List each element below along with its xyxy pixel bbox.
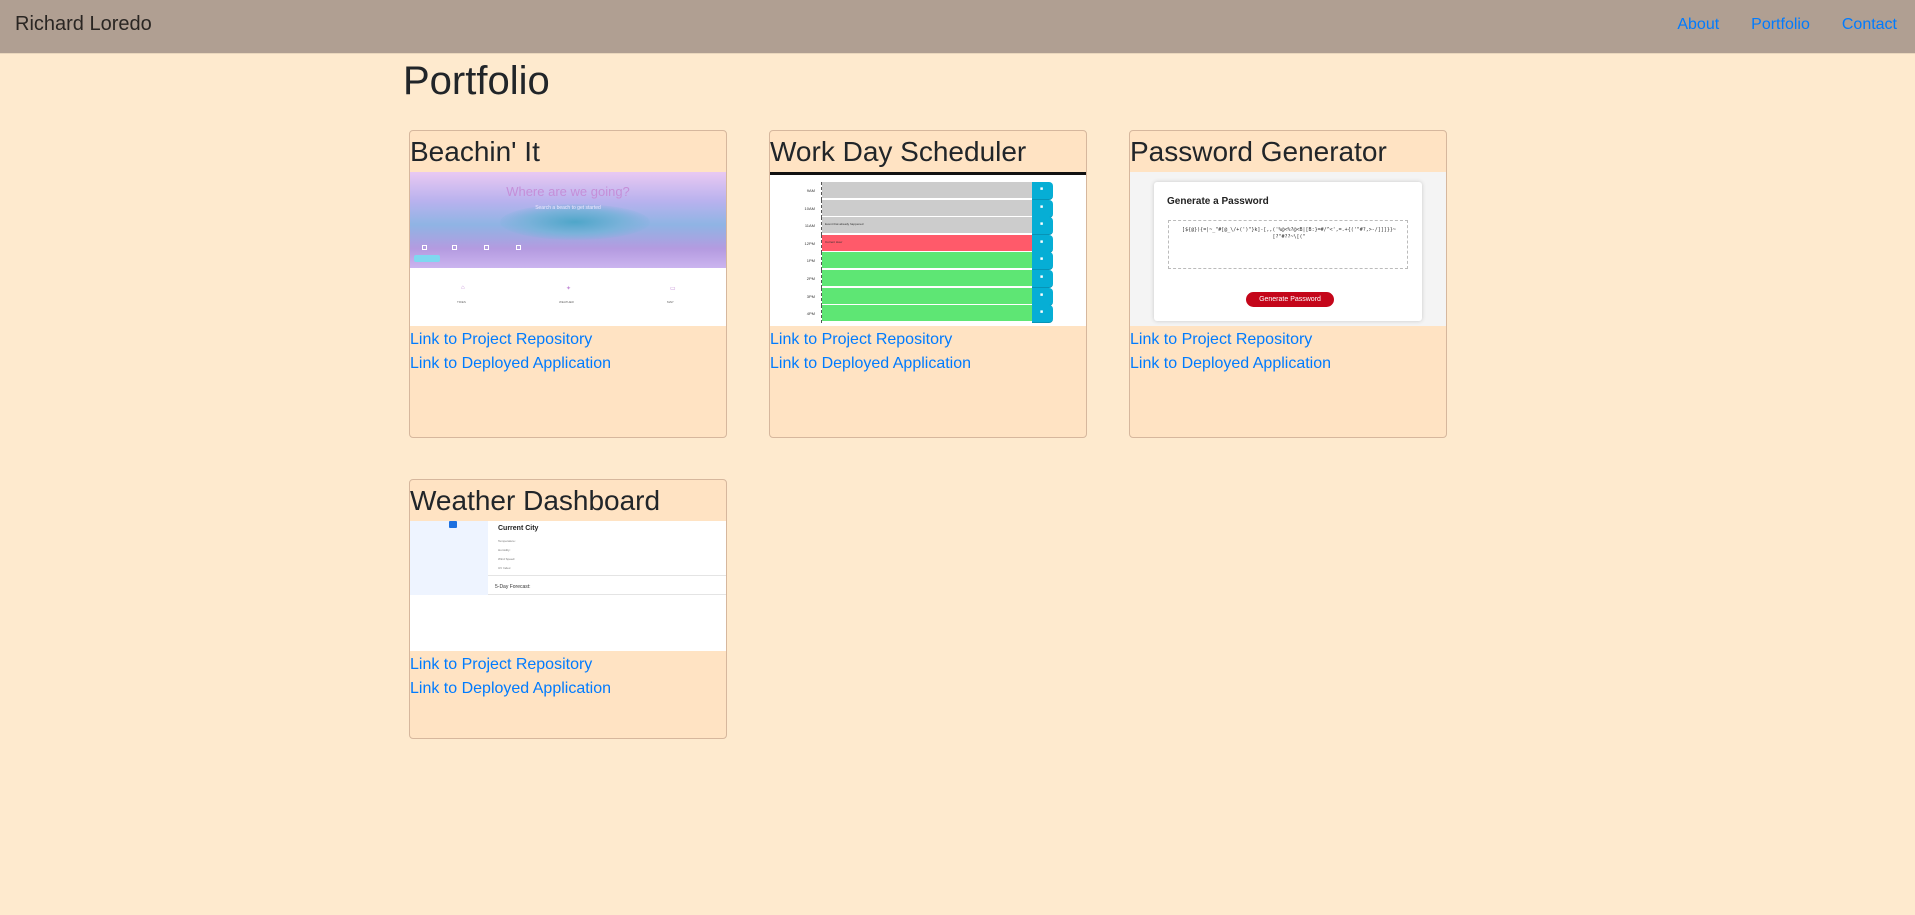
scheduler-event [822, 199, 1032, 217]
scheduler-event [822, 305, 1032, 323]
nav-link-about[interactable]: About [1677, 16, 1719, 34]
scheduler-row: 10AM ■ [770, 199, 1086, 218]
project-title: Weather Dashboard [410, 485, 661, 516]
screenshot-heading: Where are we going? [506, 184, 630, 199]
scheduler-hour: 4PM [770, 305, 822, 324]
scheduler-hour: 12PM [770, 234, 822, 253]
page-title: Portfolio [403, 59, 550, 103]
deploy-link[interactable]: Link to Deployed Application [1130, 352, 1446, 376]
nav-link-portfolio[interactable]: Portfolio [1751, 16, 1810, 34]
repo-link[interactable]: Link to Project Repository [410, 653, 726, 677]
project-title: Beachin' It [410, 136, 540, 167]
screenshot-search-button [414, 255, 440, 262]
scheduler-hour: 1PM [770, 252, 822, 271]
repo-link[interactable]: Link to Project Repository [410, 328, 726, 352]
scheduler-event [822, 287, 1032, 305]
scheduler-row: 9AM ■ [770, 182, 1086, 200]
scheduler-hour: 10AM [770, 199, 822, 218]
deploy-link[interactable]: Link to Deployed Application [770, 352, 1086, 376]
scheduler-event [822, 252, 1032, 270]
scheduler-row: 12PM Current Hour ■ [770, 234, 1086, 253]
lock-icon: ■ [1032, 270, 1053, 288]
project-screenshot: 9AM ■ 10AM ■ 11AM Event that already happened… [770, 172, 1086, 326]
project-screenshot: Current City Temperature: Humidity: Wind… [410, 521, 726, 651]
repo-link[interactable]: Link to Project Repository [1130, 328, 1446, 352]
nav-link-contact[interactable]: Contact [1842, 16, 1897, 34]
deploy-link[interactable]: Link to Deployed Application [410, 677, 726, 701]
scheduler-row: 2PM ■ [770, 270, 1086, 288]
lock-icon: ■ [1032, 182, 1053, 200]
project-title: Work Day Scheduler [770, 136, 1027, 167]
navbar: Richard Loredo About Portfolio Contact [0, 0, 1915, 53]
lock-icon: ■ [1032, 234, 1053, 253]
scheduler-row: 3PM ■ [770, 287, 1086, 306]
scheduler-event [822, 270, 1032, 287]
lock-icon: ■ [1032, 199, 1053, 218]
scheduler-hour: 11AM [770, 217, 822, 236]
scheduler-event: Event that already happened [822, 217, 1032, 235]
project-screenshot: Where are we going? Search a beach to ge… [410, 172, 726, 326]
scheduler-row: 11AM Event that already happened ■ [770, 217, 1086, 236]
scheduler-row: 4PM ■ [770, 305, 1086, 324]
repo-link[interactable]: Link to Project Repository [770, 328, 1086, 352]
scheduler-hour: 9AM [770, 182, 822, 200]
scheduler-event: Current Hour [822, 234, 1032, 252]
scheduler-event [822, 182, 1032, 199]
brand-link[interactable]: Richard Loredo [15, 13, 152, 36]
project-title: Password Generator [1130, 136, 1387, 167]
lock-icon: ■ [1032, 287, 1053, 306]
project-card-beachin-it: Beachin' It Where are we going? Search a… [409, 130, 727, 438]
weather-icon: ✦ [566, 286, 572, 292]
deploy-link[interactable]: Link to Deployed Application [410, 352, 726, 376]
lock-icon: ■ [1032, 217, 1053, 236]
screenshot-heading: Generate a Password [1167, 196, 1269, 207]
project-card-work-day-scheduler: Work Day Scheduler 9AM ■ 10AM ■ 11AM Event th… [769, 130, 1087, 438]
tides-icon: ⌂ [461, 285, 465, 291]
project-card-password-generator: Password Generator Generate a Password ]… [1129, 130, 1447, 438]
lock-icon: ■ [1032, 252, 1053, 271]
screenshot-subtext: Search a beach to get started [535, 205, 601, 211]
search-icon [449, 521, 457, 528]
scheduler-hour: 2PM [770, 270, 822, 288]
project-screenshot: Generate a Password ]${@}){=|~_"#[@_\/+(… [1130, 172, 1446, 326]
scheduler-row: 1PM ■ [770, 252, 1086, 271]
map-icon: ▭ [670, 286, 676, 292]
screenshot-heading: Current City [498, 525, 539, 532]
nav-links: About Portfolio Contact [1677, 16, 1897, 34]
screenshot-generate-button: Generate Password [1246, 292, 1334, 307]
scheduler-hour: 3PM [770, 287, 822, 306]
project-card-weather-dashboard: Weather Dashboard Current City Temperatu… [409, 479, 727, 739]
screenshot-password: ]${@}){=|~_"#[@_\/+(')"}k]-[,,('%@<%?@<B… [1182, 227, 1396, 240]
lock-icon: ■ [1032, 305, 1053, 324]
